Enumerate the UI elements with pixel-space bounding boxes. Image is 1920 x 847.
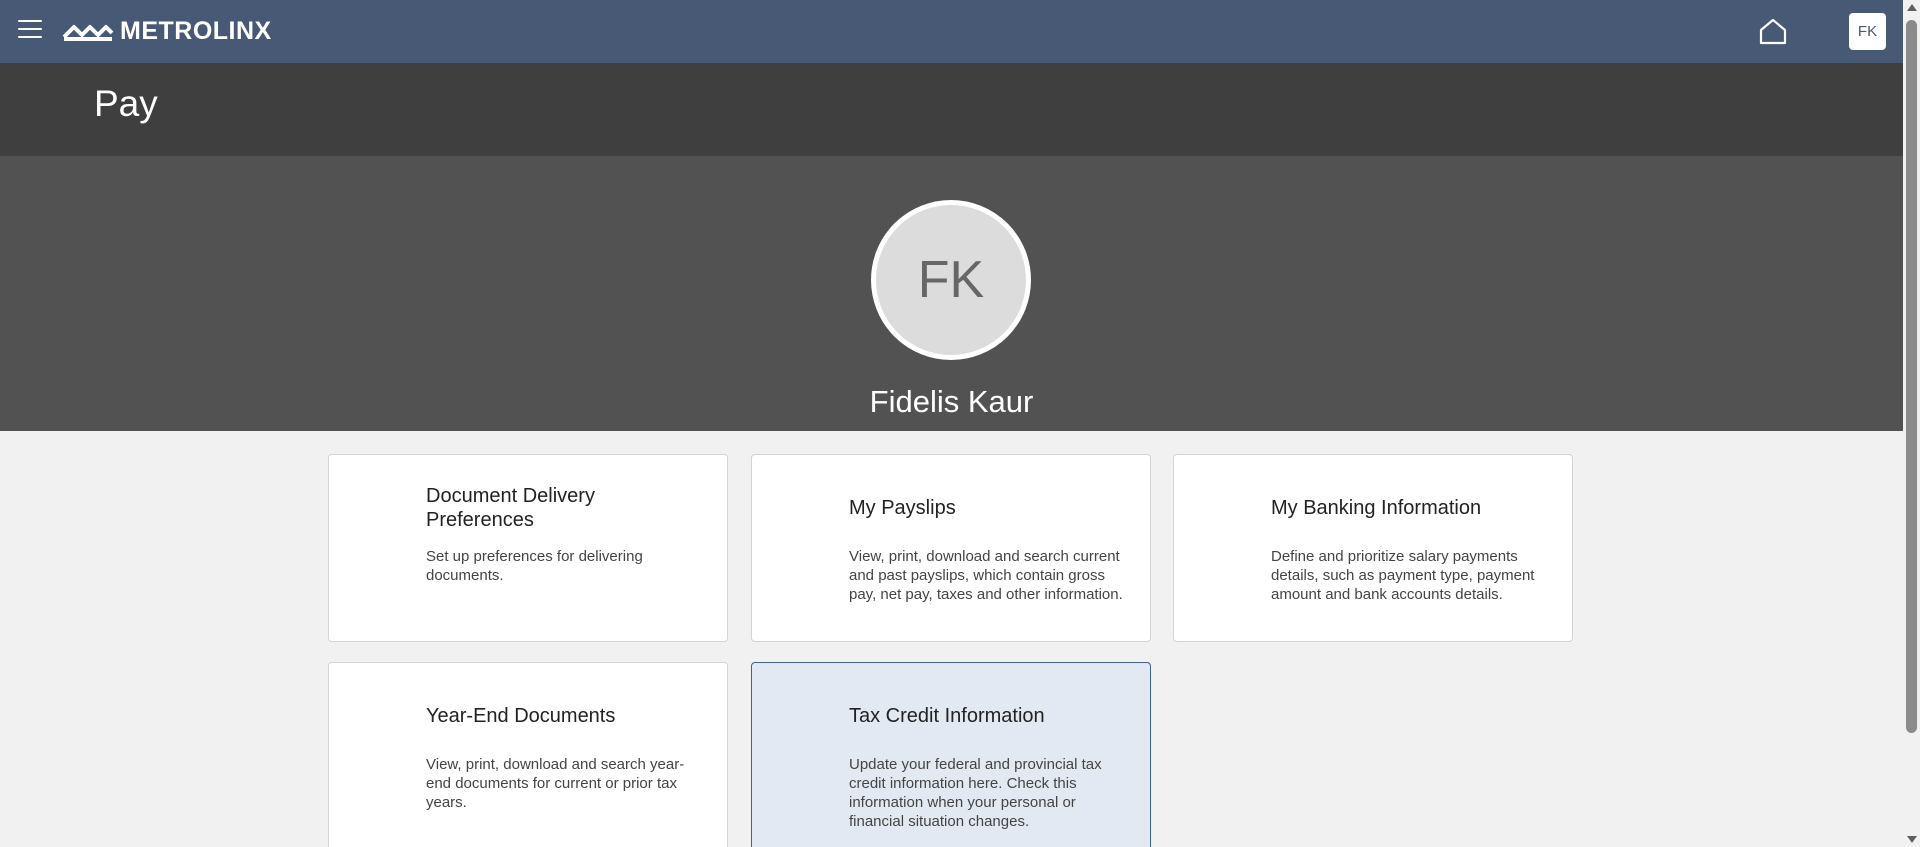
- card-description: View, print, download and search current…: [849, 548, 1123, 603]
- card-title: Document Delivery Preferences: [426, 485, 595, 531]
- card-title: Year-End Documents: [426, 705, 616, 727]
- card-tax-credit-information[interactable]: Tax Credit Information Update your feder…: [751, 662, 1151, 847]
- page-header: Pay: [0, 63, 1903, 156]
- card-title: Tax Credit Information: [849, 705, 1045, 727]
- metrolinx-logo-mark-icon: [62, 25, 114, 41]
- top-navigation-bar: METROLINX FK: [0, 0, 1903, 63]
- user-menu-button[interactable]: FK: [1849, 13, 1886, 50]
- person-name: Fidelis Kaur: [869, 384, 1034, 419]
- card-description: Define and prioritize salary payments de…: [1271, 548, 1535, 603]
- page-title: Pay: [94, 83, 158, 124]
- scroll-up-arrow-icon[interactable]: [1907, 4, 1917, 11]
- hamburger-menu-icon[interactable]: [18, 20, 42, 40]
- card-my-payslips[interactable]: My Payslips View, print, download and se…: [751, 454, 1151, 642]
- brand-name: METROLINX: [120, 17, 272, 45]
- scroll-down-arrow-icon[interactable]: [1907, 836, 1917, 843]
- card-year-end-documents[interactable]: Year-End Documents View, print, download…: [328, 662, 728, 847]
- card-my-banking-information[interactable]: My Banking Information Define and priori…: [1173, 454, 1573, 642]
- card-description: Update your federal and provincial tax c…: [849, 756, 1102, 830]
- card-title: My Banking Information: [1271, 497, 1482, 519]
- metrolinx-logo[interactable]: METROLINX: [62, 17, 272, 45]
- card-title: My Payslips: [849, 497, 956, 519]
- home-icon[interactable]: [1758, 17, 1788, 45]
- scrollbar-thumb[interactable]: [1906, 20, 1917, 733]
- profile-banner: FK Fidelis Kaur: [0, 156, 1903, 431]
- card-description: Set up preferences for delivering docume…: [426, 548, 643, 584]
- card-document-delivery-preferences[interactable]: Document Delivery Preferences Set up pre…: [328, 454, 728, 642]
- vertical-scrollbar[interactable]: [1903, 0, 1920, 847]
- avatar: FK: [871, 200, 1031, 360]
- card-description: View, print, download and search year-en…: [426, 756, 685, 811]
